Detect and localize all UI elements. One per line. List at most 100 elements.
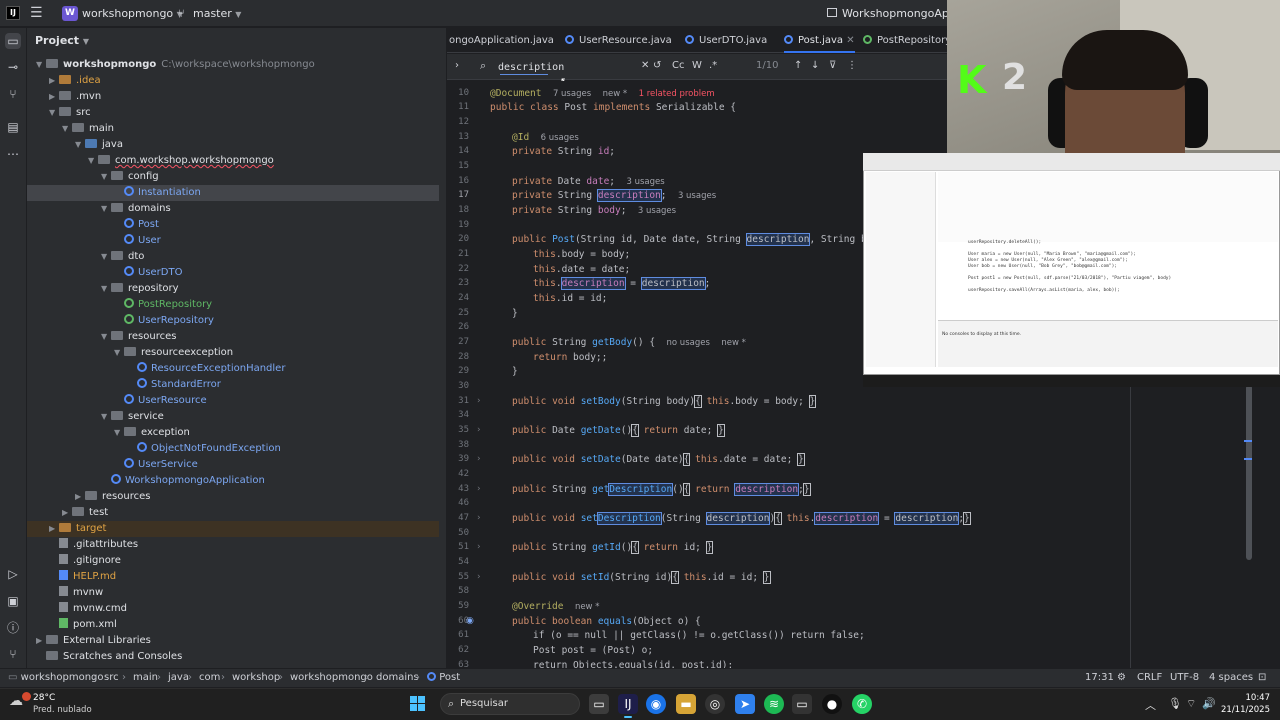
tree-item-resources[interactable]: ▶ resources <box>27 489 439 505</box>
chevron-right-icon[interactable]: › <box>455 60 459 71</box>
close-icon[interactable]: ✕ <box>846 35 854 46</box>
tree-item-root[interactable]: ▼ workshopmongo C:\workspace\workshopmongo <box>27 57 439 73</box>
more-options-icon[interactable]: ⋮ <box>847 60 857 71</box>
usages-hint[interactable]: 3 usages <box>638 206 676 216</box>
regex-button[interactable]: .* <box>709 60 717 71</box>
ai-assistant-icon[interactable]: ⚙ <box>1117 672 1126 683</box>
spotify-icon[interactable]: ≋ <box>764 694 784 714</box>
line-separator[interactable]: CRLF <box>1137 672 1162 683</box>
tree-item-post[interactable]: Post <box>27 217 439 233</box>
whatsapp-icon[interactable]: ✆ <box>852 694 872 714</box>
tree-item-dto[interactable]: ▼ dto <box>27 249 439 265</box>
tree-item-test[interactable]: ▶ test <box>27 505 439 521</box>
more-tools-icon[interactable]: ⋯ <box>5 146 21 162</box>
breadcrumb-item[interactable]: com <box>199 672 220 683</box>
clear-search-icon[interactable]: ✕ <box>641 60 649 71</box>
tree-item-userservice[interactable]: UserService <box>27 457 439 473</box>
tree-item-external-libraries[interactable]: ▶ External Libraries <box>27 633 439 649</box>
breadcrumb-item[interactable]: ▭ workshopmongo <box>8 672 104 683</box>
breadcrumb-item[interactable]: src <box>104 672 119 683</box>
task-view-icon[interactable]: ▭ <box>589 694 609 714</box>
problems-tool-icon[interactable]: ⓘ <box>5 620 21 636</box>
tree-item-handler[interactable]: ResourceExceptionHandler <box>27 361 439 377</box>
intellij-logo-icon[interactable]: IJ <box>6 6 20 20</box>
arrow-down-icon[interactable]: ↓ <box>811 60 819 71</box>
tree-item-notfound[interactable]: ObjectNotFoundException <box>27 441 439 457</box>
breadcrumb-item[interactable]: Post <box>427 672 460 683</box>
problem-hint[interactable]: 1 related problem <box>639 89 715 99</box>
lock-icon[interactable]: ⊡ <box>1258 672 1266 683</box>
fold-icon[interactable]: › <box>477 572 481 582</box>
arrow-up-icon[interactable]: ↑ <box>794 60 802 71</box>
tree-item-package[interactable]: ▼ com.workshop.workshopmongo <box>27 153 439 169</box>
file-explorer-icon[interactable]: ▬ <box>676 694 696 714</box>
tree-item-target[interactable]: ▶ target <box>27 521 439 537</box>
tab-post[interactable]: Post.java ✕ <box>784 28 855 53</box>
tree-item-mvnw[interactable]: mvnw <box>27 585 439 601</box>
tree-item-repository[interactable]: ▼ repository <box>27 281 439 297</box>
fold-icon[interactable]: › <box>477 513 481 523</box>
breadcrumb-item[interactable]: domains <box>376 672 419 683</box>
tree-item-src[interactable]: ▼ src <box>27 105 439 121</box>
telegram-icon[interactable]: ➤ <box>735 694 755 714</box>
history-icon[interactable]: ↺ <box>653 60 661 71</box>
override-gutter-icon[interactable]: ◉ <box>466 616 474 626</box>
usages-hint[interactable]: 6 usages <box>541 133 579 143</box>
commit-tool-icon[interactable]: ⊸ <box>5 59 21 75</box>
breadcrumb-item[interactable]: workshop <box>232 672 280 683</box>
words-button[interactable]: W <box>692 60 702 71</box>
tree-item-resourceexception[interactable]: ▼ resourceexception <box>27 345 439 361</box>
wifi-icon[interactable]: ⌔ <box>1186 697 1196 711</box>
editor-scrollbar[interactable] <box>1246 385 1252 560</box>
filter-icon[interactable]: ⊽ <box>829 60 836 71</box>
breadcrumb-item[interactable]: workshopmongo <box>290 672 373 683</box>
tree-item-gitattributes[interactable]: .gitattributes <box>27 537 439 553</box>
fold-icon[interactable]: › <box>477 425 481 435</box>
weather-condition[interactable]: Pred. nublado <box>33 705 92 715</box>
usages-hint[interactable]: no usages <box>667 338 710 348</box>
tree-item-userdto[interactable]: UserDTO <box>27 265 439 281</box>
tab-userresource[interactable]: UserResource.java <box>565 28 672 53</box>
tab-application[interactable]: ongoApplication.java <box>449 28 554 53</box>
fold-icon[interactable]: › <box>477 396 481 406</box>
project-tool-icon[interactable]: ▭ <box>5 33 21 49</box>
project-panel-header[interactable]: Project ▼ <box>35 34 89 47</box>
fold-icon[interactable]: › <box>477 484 481 494</box>
tree-item-mvnw-cmd[interactable]: mvnw.cmd <box>27 601 439 617</box>
tree-item-config[interactable]: ▼ config <box>27 169 439 185</box>
tree-item-main[interactable]: ▼ main <box>27 121 439 137</box>
tree-item-user[interactable]: User <box>27 233 439 249</box>
project-switcher[interactable]: workshopmongo ▼ <box>82 7 183 20</box>
git-tool-icon[interactable]: ⑂ <box>5 86 21 102</box>
breadcrumb-item[interactable]: main <box>133 672 158 683</box>
tab-userdto[interactable]: UserDTO.java <box>685 28 767 53</box>
windows-start-icon[interactable] <box>410 696 426 712</box>
microphone-icon[interactable]: 🎙 <box>1168 697 1182 710</box>
volume-icon[interactable]: 🔊 <box>1202 697 1216 710</box>
caret-position[interactable]: 17:31 <box>1085 672 1114 683</box>
tree-item-mvn[interactable]: ▶ .mvn <box>27 89 439 105</box>
tree-item-resources-pkg[interactable]: ▼ resources <box>27 329 439 345</box>
tree-item-exception[interactable]: ▼ exception <box>27 425 439 441</box>
project-badge[interactable]: W <box>62 6 78 21</box>
services-tool-icon[interactable]: ▷ <box>5 566 21 582</box>
find-input[interactable] <box>498 59 628 75</box>
clock-time[interactable]: 10:47 <box>1220 693 1271 703</box>
github-icon[interactable]: ◎ <box>705 694 725 714</box>
tree-item-application[interactable]: WorkshopmongoApplication <box>27 473 439 489</box>
tree-item-pom[interactable]: pom.xml <box>27 617 439 633</box>
usages-hint[interactable]: 7 usages <box>553 89 591 99</box>
git-log-icon[interactable]: ⑂ <box>5 646 21 662</box>
indent-setting[interactable]: 4 spaces <box>1209 672 1253 683</box>
tree-item-instantiation[interactable]: Instantiation <box>27 185 439 201</box>
tree-item-java[interactable]: ▼ java <box>27 137 439 153</box>
structure-tool-icon[interactable]: ▤ <box>5 119 21 135</box>
fold-icon[interactable]: › <box>477 454 481 464</box>
terminal-tool-icon[interactable]: ▣ <box>5 593 21 609</box>
fold-icon[interactable]: › <box>477 542 481 552</box>
match-case-button[interactable]: Cc <box>672 60 684 71</box>
intellij-taskbar-icon[interactable]: IJ <box>618 694 638 718</box>
terminal-icon[interactable]: ▭ <box>792 694 812 714</box>
tree-item-help[interactable]: HELP.md <box>27 569 439 585</box>
tree-item-postrepository[interactable]: PostRepository <box>27 297 439 313</box>
